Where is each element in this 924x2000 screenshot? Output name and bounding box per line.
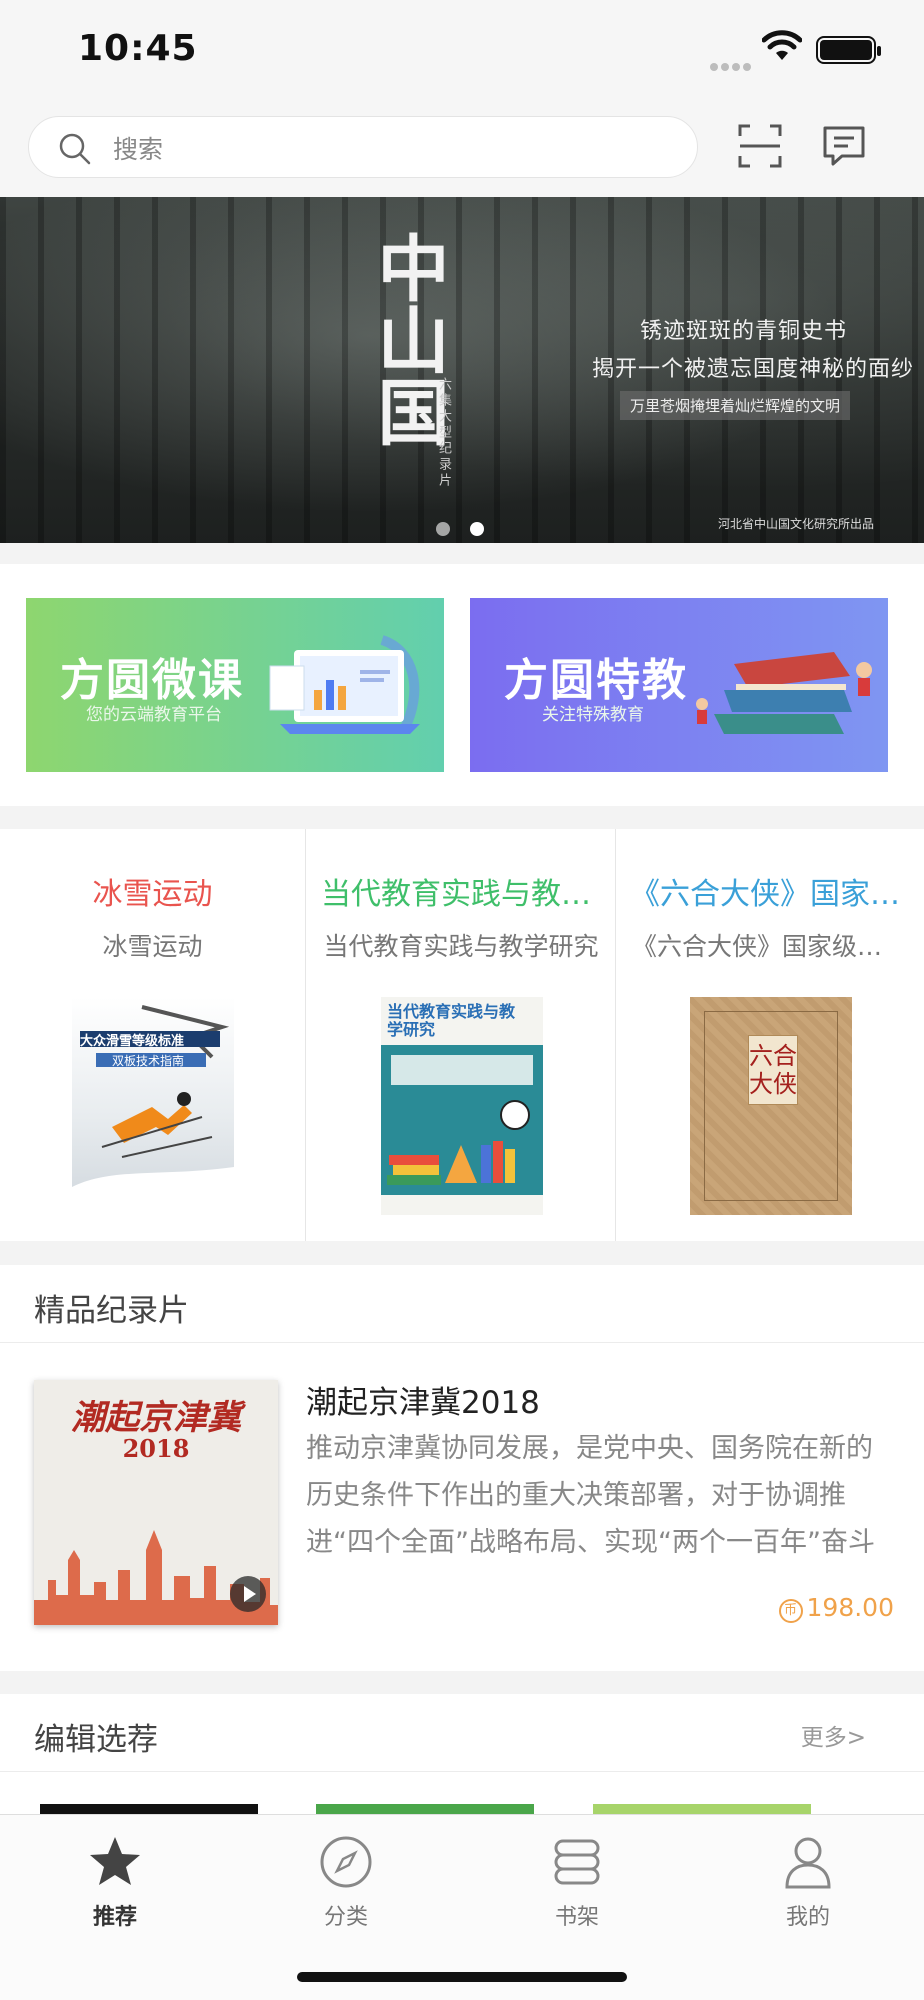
divider — [0, 1342, 924, 1343]
banner-carousel[interactable]: 中山国 六集大型纪录片 锈迹斑斑的青铜史书 揭开一个被遗忘国度神秘的面纱 万里苍… — [0, 197, 924, 543]
cover-year: 2018 — [122, 1434, 190, 1463]
coin-icon: 币 — [778, 1599, 803, 1623]
education-cover-art — [381, 1055, 543, 1215]
pick-thumbnail[interactable] — [40, 1804, 258, 1814]
cover-title: 大众滑雪等级标准 — [80, 1034, 185, 1049]
status-time: 10:45 — [78, 28, 198, 69]
banner-pager[interactable] — [436, 521, 504, 540]
tab-label: 我的 — [785, 1905, 830, 1930]
price-value: 198.00 — [806, 1593, 894, 1622]
promo-title: 方圆微课 — [60, 655, 244, 706]
pick-thumbnail[interactable] — [316, 1804, 534, 1814]
search-placeholder: 搜索 — [113, 135, 164, 164]
book-subtitle: 当代教育实践与教学研究 — [323, 932, 599, 961]
promo-title: 方圆特教 — [504, 655, 688, 706]
documentary-section: 精品纪录片 潮起京津冀 2018 潮起京津冀2018 推动京津冀协同发展，是党中… — [0, 1265, 924, 1671]
banner-line-1: 锈迹斑斑的青铜史书 — [640, 319, 848, 344]
book-subtitle: 冰雪运动 — [102, 932, 203, 961]
book-item[interactable]: 冰雪运动 冰雪运动 大众滑雪等级标准 双板技术指南 — [0, 829, 306, 1241]
featured-books: 冰雪运动 冰雪运动 大众滑雪等级标准 双板技术指南 当代教育实践与教学研究 当代… — [0, 829, 924, 1241]
wifi-icon — [762, 30, 802, 60]
laptop-illustration — [269, 635, 420, 734]
tab-recommend[interactable]: 推荐 — [55, 1833, 175, 1931]
pick-thumbnail[interactable] — [593, 1804, 811, 1814]
compass-icon — [320, 1836, 372, 1888]
cover-title: 当代教育实践与教学研究 — [387, 1002, 516, 1039]
play-button[interactable] — [230, 1576, 266, 1612]
tab-bookshelf[interactable]: 书架 — [517, 1833, 637, 1931]
search-input[interactable]: 搜索 — [28, 116, 698, 178]
book-cover: 大众滑雪等级标准 双板技术指南 — [72, 997, 234, 1215]
pager-dot-active[interactable] — [470, 522, 484, 536]
promo-section: 方圆微课 您的云端教育平台 方圆特教 关注特殊教育 — [0, 564, 924, 806]
book-cover: 六合大侠 — [690, 997, 852, 1215]
bookshelf-icon — [554, 1839, 600, 1885]
section-title: 编辑选荐 — [34, 1722, 158, 1758]
documentary-title[interactable]: 潮起京津冀2018 — [306, 1377, 540, 1422]
tab-label: 推荐 — [92, 1905, 137, 1930]
cover-subtitle: 双板技术指南 — [112, 1054, 185, 1068]
star-icon — [90, 1837, 140, 1885]
book-title: 冰雪运动 — [92, 877, 213, 912]
play-icon — [244, 1586, 256, 1602]
book-title: 当代教育实践与教学研究 — [321, 877, 601, 912]
documentary-cover[interactable]: 潮起京津冀 2018 — [34, 1380, 278, 1625]
banner-line-2: 揭开一个被遗忘国度神秘的面纱 — [592, 357, 915, 382]
cover-title: 潮起京津冀 — [71, 1398, 241, 1438]
promo-card-tejiao[interactable]: 方圆特教 关注特殊教育 — [470, 598, 888, 772]
banner-line-3: 万里苍烟掩埋着灿烂辉煌的文明 — [620, 391, 851, 420]
status-bar: 10:45 — [0, 0, 924, 100]
divider — [0, 1771, 924, 1772]
tab-label: 书架 — [554, 1905, 599, 1930]
search-bar: 搜索 — [0, 100, 924, 197]
banner-subtitle: 六集大型纪录片 — [436, 377, 451, 489]
signal-icon — [710, 56, 754, 71]
section-title: 精品纪录片 — [34, 1293, 189, 1329]
tab-mine[interactable]: 我的 — [748, 1833, 868, 1931]
books-illustration — [696, 652, 872, 734]
home-indicator[interactable] — [297, 1972, 627, 1982]
tab-category[interactable]: 分类 — [286, 1833, 406, 1931]
profile-icon — [785, 1837, 831, 1889]
editor-picks-section: 编辑选荐 更多> — [0, 1694, 924, 1814]
book-subtitle: 《六合大侠》国家级非物质文化遗产 — [632, 932, 906, 961]
cover-title: 六合大侠 — [748, 1035, 798, 1105]
search-icon — [59, 133, 91, 165]
message-icon[interactable] — [822, 124, 866, 168]
book-item[interactable]: 当代教育实践与教学研究 当代教育实践与教学研究 当代教育实践与教学研究 — [307, 829, 616, 1241]
battery-icon — [816, 36, 881, 64]
banner-footer: 河北省中山国文化研究所出品 — [718, 517, 875, 531]
promo-subtitle: 关注特殊教育 — [542, 705, 644, 725]
book-cover: 当代教育实践与教学研究 — [381, 997, 543, 1215]
scan-icon[interactable] — [738, 124, 782, 168]
tab-label: 分类 — [323, 1905, 368, 1930]
more-link[interactable]: 更多> — [801, 1718, 866, 1752]
price-label: 币 198.00 — [778, 1593, 894, 1623]
pager-dot[interactable] — [436, 522, 450, 536]
documentary-description: 推动京津冀协同发展，是党中央、国务院在新的历史条件下作出的重大决策部署，对于协调… — [306, 1433, 875, 1558]
promo-subtitle: 您的云端教育平台 — [86, 705, 222, 725]
promo-card-weike[interactable]: 方圆微课 您的云端教育平台 — [26, 598, 444, 772]
book-item[interactable]: 《六合大侠》国家级非物质文化遗产 《六合大侠》国家级非物质文化遗产 六合大侠 — [616, 829, 922, 1241]
book-title: 《六合大侠》国家级非物质文化遗产 — [630, 877, 908, 912]
